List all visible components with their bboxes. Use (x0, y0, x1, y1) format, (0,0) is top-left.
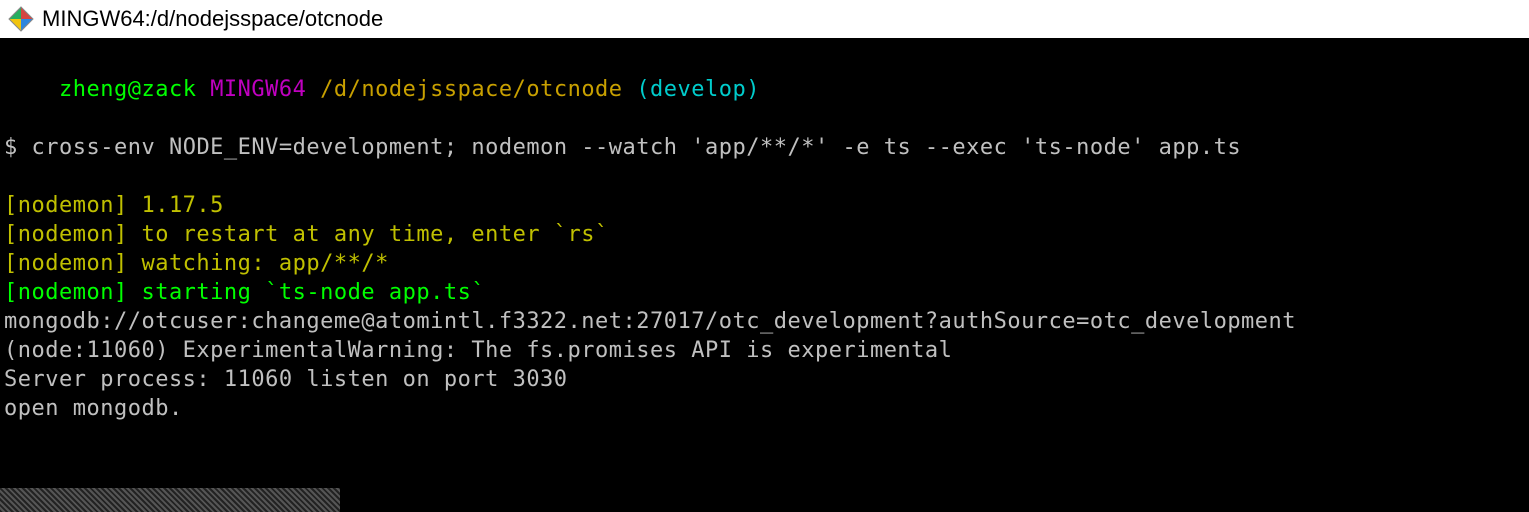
nodemon-restart: [nodemon] to restart at any time, enter … (4, 220, 1525, 249)
prompt-branch: (develop) (636, 77, 760, 102)
experimental-warning-line: (node:11060) ExperimentalWarning: The fs… (4, 336, 1525, 365)
command-text: cross-env NODE_ENV=development; nodemon … (32, 135, 1242, 160)
window-title: MINGW64:/d/nodejsspace/otcnode (42, 6, 383, 32)
command-line: $ cross-env NODE_ENV=development; nodemo… (4, 133, 1525, 162)
mingw-icon (8, 6, 34, 32)
window-title-bar: MINGW64:/d/nodejsspace/otcnode (0, 0, 1529, 40)
blank-line (4, 162, 1525, 191)
server-process-line: Server process: 11060 listen on port 303… (4, 365, 1525, 394)
prompt-env: MINGW64 (210, 77, 306, 102)
prompt-symbol: $ (4, 135, 18, 160)
mongo-uri-line: mongodb://otcuser:changeme@atomintl.f332… (4, 307, 1525, 336)
nodemon-starting: [nodemon] starting `ts-node app.ts` (4, 278, 1525, 307)
nodemon-watching: [nodemon] watching: app/**/* (4, 249, 1525, 278)
open-mongodb-line: open mongodb. (4, 394, 1525, 423)
taskbar-fragment (0, 488, 340, 512)
terminal-area[interactable]: zheng@zack MINGW64 /d/nodejsspace/otcnod… (0, 40, 1529, 427)
prompt-user-host: zheng@zack (59, 77, 196, 102)
prompt-path: /d/nodejsspace/otcnode (320, 77, 622, 102)
prompt-line: zheng@zack MINGW64 /d/nodejsspace/otcnod… (4, 46, 1525, 133)
nodemon-version: [nodemon] 1.17.5 (4, 191, 1525, 220)
